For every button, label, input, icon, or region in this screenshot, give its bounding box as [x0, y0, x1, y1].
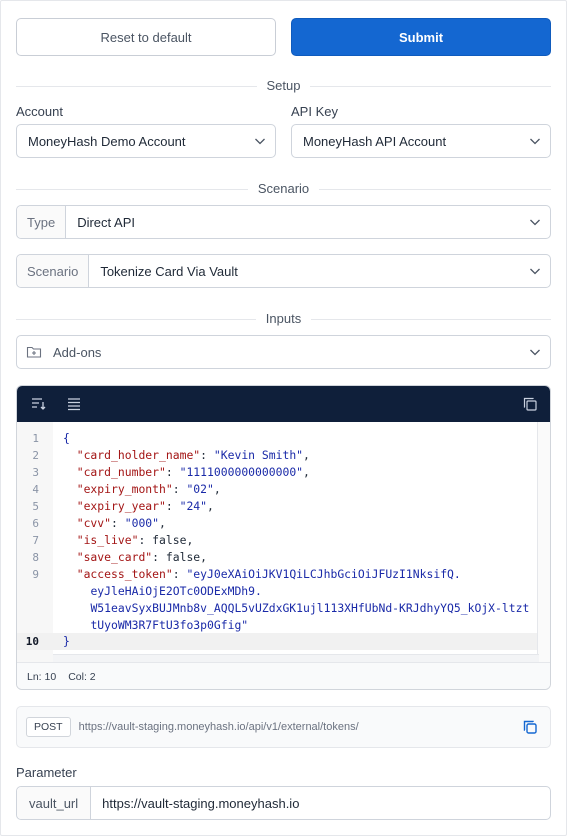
code-line: "card_holder_name": "Kevin Smith",: [76, 448, 310, 462]
chevron-down-icon: [520, 345, 550, 359]
add-ons-accordion[interactable]: Add-ons: [16, 335, 551, 369]
endpoint-bar: POST https://vault-staging.moneyhash.io/…: [16, 706, 551, 748]
active-line-highlight: [17, 633, 537, 650]
horizontal-scrollbar[interactable]: [53, 654, 539, 662]
chevron-down-icon: [520, 215, 550, 229]
code-line-wrapped: W51eavSyxBUJMnb8v_AQQL5vUZdxGK1ujl113XHf…: [90, 601, 530, 615]
vertical-scrollbar[interactable]: [537, 422, 550, 662]
code-line: "is_live": false,: [76, 533, 194, 547]
line-number: 7: [32, 534, 39, 547]
add-ons-label: Add-ons: [53, 344, 102, 360]
chevron-down-icon: [520, 134, 550, 148]
parameter-label: Parameter: [16, 765, 77, 780]
line-number: 10: [25, 635, 39, 648]
api-key-select-value: MoneyHash API Account: [303, 133, 447, 149]
code-line: "card_number": "1111000000000000",: [76, 465, 310, 479]
setup-section-divider: Setup: [16, 78, 551, 94]
line-number: 1: [32, 432, 39, 445]
copy-icon[interactable]: [510, 719, 550, 735]
code-line: }: [63, 634, 70, 648]
sort-icon[interactable]: [29, 395, 47, 413]
parameter-value[interactable]: https://vault-staging.moneyhash.io: [91, 796, 299, 811]
type-select-prefix: Type: [17, 206, 67, 238]
scenario-select-prefix: Scenario: [17, 255, 90, 287]
editor-status-bar: Ln: 10 Col: 2: [17, 662, 550, 689]
line-number: 3: [32, 466, 39, 479]
code-line-wrapped: eyJleHAiOjE2OTc0ODExMDh9.: [90, 584, 262, 598]
code-line: {: [63, 431, 70, 445]
code-line: "expiry_month": "02",: [76, 482, 221, 496]
submit-button[interactable]: Submit: [291, 18, 551, 56]
api-key-label: API Key: [291, 104, 338, 119]
json-editor[interactable]: 1 2 3 4 5 6 7 8 9 10 { "card_holder_name…: [16, 385, 551, 690]
copy-icon[interactable]: [521, 395, 539, 413]
account-select[interactable]: MoneyHash Demo Account: [16, 124, 276, 158]
editor-toolbar: [17, 386, 550, 422]
account-select-value: MoneyHash Demo Account: [28, 133, 186, 149]
code-line-wrapped: tUyoWM3R7FtU3fo3p0Gfig": [90, 618, 249, 632]
scenario-select-value: Tokenize Card Via Vault: [100, 263, 238, 279]
type-select[interactable]: Type Direct API: [16, 205, 551, 239]
code-line: "cvv": "000",: [76, 516, 166, 530]
http-method-badge: POST: [26, 717, 71, 737]
code-line: "save_card": false,: [76, 550, 208, 564]
folder-plus-icon: [17, 345, 51, 359]
line-number: 4: [32, 483, 39, 496]
reset-to-default-button[interactable]: Reset to default: [16, 18, 276, 56]
scenario-select[interactable]: Scenario Tokenize Card Via Vault: [16, 254, 551, 288]
editor-body[interactable]: 1 2 3 4 5 6 7 8 9 10 { "card_holder_name…: [17, 422, 550, 662]
scenario-section-title: Scenario: [247, 181, 320, 196]
endpoint-url: https://vault-staging.moneyhash.io/api/v…: [78, 721, 359, 733]
line-number: 2: [32, 449, 39, 462]
format-lines-icon[interactable]: [65, 395, 83, 413]
line-number: 6: [32, 517, 39, 530]
account-label: Account: [16, 104, 63, 119]
line-number: 9: [32, 568, 39, 581]
setup-section-title: Setup: [256, 78, 311, 93]
chevron-down-icon: [245, 134, 275, 148]
code-line: "access_token": "eyJ0eXAiOiJKV1QiLCJhbGc…: [76, 567, 461, 581]
line-number: 8: [32, 551, 39, 564]
cursor-column: Col: 2: [68, 671, 96, 683]
inputs-section-title: Inputs: [255, 311, 312, 326]
code-line: "expiry_year": "24",: [76, 499, 214, 513]
inputs-section-divider: Inputs: [16, 311, 551, 327]
api-key-select[interactable]: MoneyHash API Account: [291, 124, 551, 158]
line-number: 5: [32, 500, 39, 513]
type-select-value: Direct API: [77, 214, 135, 230]
vault-url-parameter-field[interactable]: vault_url https://vault-staging.moneyhas…: [16, 786, 551, 820]
cursor-line: Ln: 10: [27, 671, 57, 683]
scenario-section-divider: Scenario: [16, 181, 551, 197]
chevron-down-icon: [520, 264, 550, 278]
parameter-name: vault_url: [17, 787, 92, 819]
